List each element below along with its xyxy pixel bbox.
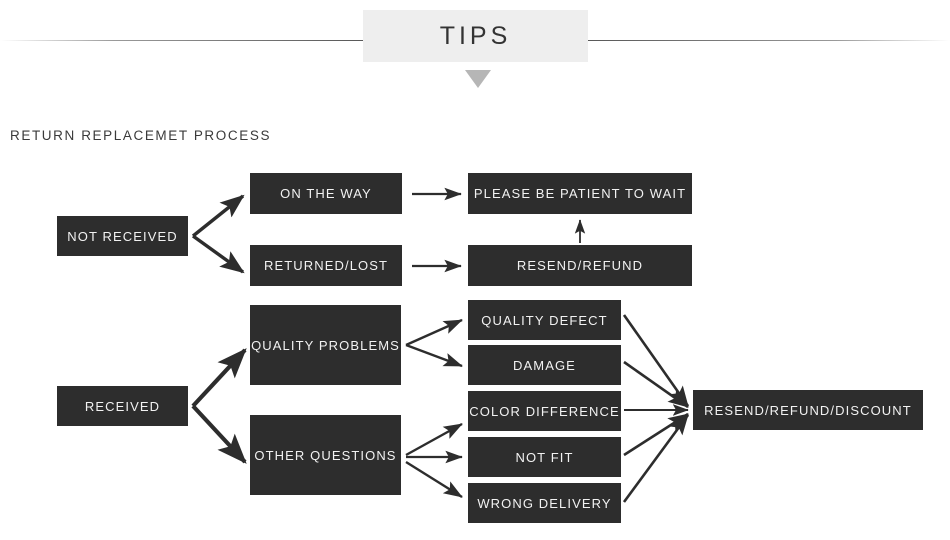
flow-node-please-wait: PLEASE BE PATIENT TO WAIT: [468, 173, 692, 214]
connector-other-questions-to-wrong-delivery: [405, 460, 463, 499]
connector-damage-to-result: [623, 360, 689, 409]
flow-node-label: OTHER QUESTIONS: [254, 447, 397, 463]
flow-node-on-the-way: ON THE WAY: [250, 173, 402, 214]
flow-node-quality-defect: QUALITY DEFECT: [468, 300, 621, 340]
flow-node-resend-refund-discount: RESEND/REFUND/DISCOUNT: [693, 390, 923, 430]
flow-node-label: NOT RECEIVED: [67, 228, 178, 244]
connector-other-questions-to-color-difference: [405, 422, 463, 457]
connector-not-received-to-returned-lost: [192, 234, 245, 274]
flow-node-not-fit: NOT FIT: [468, 437, 621, 477]
connector-quality-defect-to-result: [622, 314, 690, 407]
flow-node-label: ON THE WAY: [280, 186, 372, 201]
flow-node-returned-lost: RETURNED/LOST: [250, 245, 402, 286]
flow-node-label: DAMAGE: [513, 357, 576, 373]
flow-node-label: QUALITY DEFECT: [481, 312, 608, 328]
flow-node-other-questions: OTHER QUESTIONS: [250, 415, 401, 495]
flow-node-label: RESEND/REFUND/DISCOUNT: [704, 402, 912, 418]
flow-node-not-received: NOT RECEIVED: [57, 216, 188, 256]
connector-received-to-quality-problems: [191, 348, 247, 408]
connector-received-to-other-questions: [191, 404, 247, 464]
flow-node-received: RECEIVED: [57, 386, 188, 426]
flow-node-label: RETURNED/LOST: [263, 258, 389, 273]
flow-node-damage: DAMAGE: [468, 345, 621, 385]
flow-node-label: COLOR DIFFERENCE: [469, 403, 620, 419]
flow-node-label: WRONG DELIVERY: [477, 495, 612, 511]
connector-quality-problems-to-quality-defect: [405, 318, 463, 347]
flow-node-label: QUALITY PROBLEMS: [251, 337, 400, 353]
flow-node-label: RESEND/REFUND: [516, 258, 644, 273]
flow-node-label: PLEASE BE PATIENT TO WAIT: [473, 186, 687, 201]
flow-node-wrong-delivery: WRONG DELIVERY: [468, 483, 621, 523]
connector-not-received-to-on-the-way: [191, 194, 245, 238]
flow-node-label: RECEIVED: [84, 398, 161, 414]
flow-node-resend-refund: RESEND/REFUND: [468, 245, 692, 286]
flow-node-color-difference: COLOR DIFFERENCE: [468, 391, 621, 431]
connector-quality-problems-to-damage: [405, 343, 463, 368]
flow-node-label: NOT FIT: [515, 449, 574, 465]
flowchart: NOT RECEIVED ON THE WAY RETURNED/LOST PLEAS…: [0, 0, 950, 540]
connector-wrong-delivery-to-result: [622, 414, 690, 503]
connector-not-fit-to-result: [623, 412, 689, 457]
flow-node-quality-problems: QUALITY PROBLEMS: [250, 305, 401, 385]
